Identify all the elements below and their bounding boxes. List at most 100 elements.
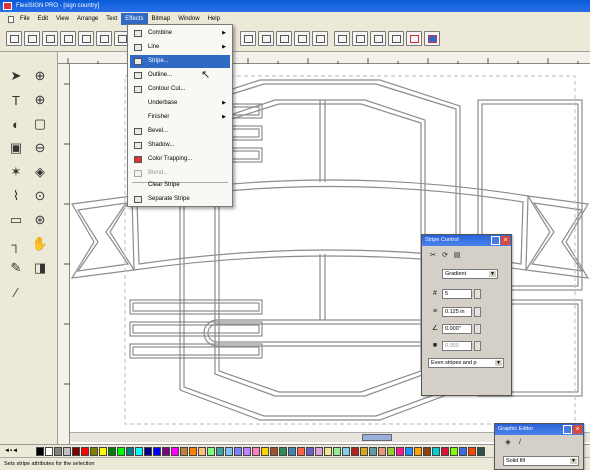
color-swatch[interactable] bbox=[333, 447, 341, 456]
pan-hand-icon[interactable]: ✋ bbox=[30, 234, 50, 254]
color-swatch[interactable] bbox=[216, 447, 224, 456]
color-swatch[interactable] bbox=[234, 447, 242, 456]
menu-text[interactable]: Text bbox=[102, 13, 121, 25]
distribute-icon[interactable] bbox=[312, 31, 328, 46]
menu-item-combine[interactable]: Combine ▶ bbox=[130, 27, 230, 40]
duplicate-icon[interactable] bbox=[334, 31, 350, 46]
color-swatch[interactable] bbox=[459, 447, 467, 456]
color-swatch[interactable] bbox=[180, 447, 188, 456]
panel-close-icon[interactable]: × bbox=[501, 236, 510, 245]
spacing-spinner[interactable] bbox=[474, 341, 481, 351]
stripe-width-field[interactable]: 0.125 in bbox=[442, 307, 472, 317]
new-file-icon[interactable] bbox=[6, 31, 22, 46]
menu-edit[interactable]: Edit bbox=[34, 13, 52, 25]
knife-icon[interactable]: ⁄ bbox=[6, 282, 26, 302]
menu-item-clear-stripe[interactable]: Clear Stripe bbox=[130, 179, 230, 192]
export-icon[interactable] bbox=[78, 31, 94, 46]
zoom-region-icon[interactable]: ⊙ bbox=[30, 186, 50, 206]
color-swatch[interactable] bbox=[36, 447, 44, 456]
color-swatch[interactable] bbox=[468, 447, 476, 456]
group-icon[interactable] bbox=[258, 31, 274, 46]
panel-minimize-icon[interactable] bbox=[563, 425, 572, 434]
color-swatch[interactable] bbox=[252, 447, 260, 456]
color-swatch[interactable] bbox=[90, 447, 98, 456]
color-swatch[interactable] bbox=[414, 447, 422, 456]
graphic-fill-dropdown[interactable]: Solid fill ▼ bbox=[503, 456, 579, 466]
color-swatch[interactable] bbox=[261, 447, 269, 456]
menu-item-color-trapping[interactable]: Color Trapping... bbox=[130, 153, 230, 166]
zoom-tool-icon[interactable]: ⊕ bbox=[30, 90, 50, 110]
stripe-count-field[interactable]: 5 bbox=[442, 289, 472, 299]
ungroup-icon[interactable] bbox=[276, 31, 292, 46]
offset-spinner[interactable] bbox=[474, 324, 481, 334]
color-swatch[interactable] bbox=[360, 447, 368, 456]
weld-icon[interactable] bbox=[240, 31, 256, 46]
menu-item-bevel[interactable]: Bevel... bbox=[130, 125, 230, 138]
zoom-icon[interactable] bbox=[406, 31, 422, 46]
menu-item-stripe[interactable]: Stripe... bbox=[130, 55, 230, 68]
color-swatch[interactable] bbox=[207, 447, 215, 456]
open-file-icon[interactable] bbox=[24, 31, 40, 46]
stripe-offset-field[interactable]: 0.000" bbox=[442, 324, 472, 334]
color-swatch[interactable] bbox=[54, 447, 62, 456]
color-swatch[interactable] bbox=[63, 447, 71, 456]
import-icon[interactable] bbox=[60, 31, 76, 46]
color-swatch[interactable] bbox=[450, 447, 458, 456]
color-swatch[interactable] bbox=[189, 447, 197, 456]
panel-close-icon[interactable]: × bbox=[573, 425, 582, 434]
stripe-refresh-icon[interactable]: ⟳ bbox=[440, 251, 450, 261]
color-swatch[interactable] bbox=[144, 447, 152, 456]
color-swatch[interactable] bbox=[45, 447, 53, 456]
color-swatch[interactable] bbox=[405, 447, 413, 456]
pen-icon[interactable]: / bbox=[515, 438, 525, 448]
bracket-icon[interactable]: ┐ bbox=[6, 234, 26, 254]
color-swatch[interactable] bbox=[279, 447, 287, 456]
color-swatch[interactable] bbox=[198, 447, 206, 456]
color-swatch[interactable] bbox=[342, 447, 350, 456]
color-swatch[interactable] bbox=[441, 447, 449, 456]
color-icon[interactable] bbox=[424, 31, 440, 46]
save-icon[interactable] bbox=[42, 31, 58, 46]
menu-file[interactable]: File bbox=[16, 13, 34, 25]
color-swatch[interactable] bbox=[108, 447, 116, 456]
color-swatch[interactable] bbox=[126, 447, 134, 456]
stripe-cut-icon[interactable]: ✂ bbox=[428, 251, 438, 261]
paste-icon[interactable] bbox=[370, 31, 386, 46]
fill-icon[interactable] bbox=[388, 31, 404, 46]
star-tool-icon[interactable]: ✶ bbox=[6, 162, 26, 182]
color-swatch[interactable] bbox=[225, 447, 233, 456]
palette-nav-icon[interactable]: ◄▪◄ bbox=[4, 447, 32, 456]
menu-view[interactable]: View bbox=[52, 13, 73, 25]
pen-tool-icon[interactable]: ✎ bbox=[6, 258, 26, 278]
zoom-fit-icon[interactable]: ⊛ bbox=[30, 210, 50, 230]
menu-item-contour-cut[interactable]: Contour Cut... bbox=[130, 83, 230, 96]
shape-tool-icon[interactable]: ▣ bbox=[6, 138, 26, 158]
print-icon[interactable] bbox=[96, 31, 112, 46]
align-icon[interactable] bbox=[294, 31, 310, 46]
color-swatch[interactable] bbox=[288, 447, 296, 456]
menu-item-line[interactable]: Line ▶ bbox=[130, 41, 230, 54]
color-swatch[interactable] bbox=[72, 447, 80, 456]
color-swatch[interactable] bbox=[99, 447, 107, 456]
color-swatch[interactable] bbox=[162, 447, 170, 456]
page-icon[interactable]: ▢ bbox=[30, 114, 50, 134]
stripe-mode-dropdown[interactable]: Even stripes and p ▼ bbox=[428, 358, 504, 368]
panel-minimize-icon[interactable] bbox=[491, 236, 500, 245]
zoom-in-icon[interactable]: ⊕ bbox=[30, 66, 50, 86]
color-swatch[interactable] bbox=[315, 447, 323, 456]
fill-tool-icon[interactable]: ◨ bbox=[30, 258, 50, 278]
menu-item-underbase[interactable]: Underbase ▶ bbox=[130, 97, 230, 110]
scroll-thumb[interactable] bbox=[362, 434, 392, 441]
color-swatch[interactable] bbox=[351, 447, 359, 456]
color-swatch[interactable] bbox=[117, 447, 125, 456]
color-swatch[interactable] bbox=[396, 447, 404, 456]
color-swatch[interactable] bbox=[171, 447, 179, 456]
color-swatch[interactable] bbox=[432, 447, 440, 456]
eye-dropper-icon[interactable]: ◈ bbox=[30, 162, 50, 182]
node-edit-icon[interactable]: ◐ bbox=[6, 114, 26, 134]
stripe-stack-icon[interactable]: ▤ bbox=[452, 251, 462, 261]
text-tool-icon[interactable]: T bbox=[6, 90, 26, 110]
select-arrow-icon[interactable]: ➤ bbox=[6, 66, 26, 86]
count-spinner[interactable] bbox=[474, 289, 481, 299]
color-swatch[interactable] bbox=[387, 447, 395, 456]
